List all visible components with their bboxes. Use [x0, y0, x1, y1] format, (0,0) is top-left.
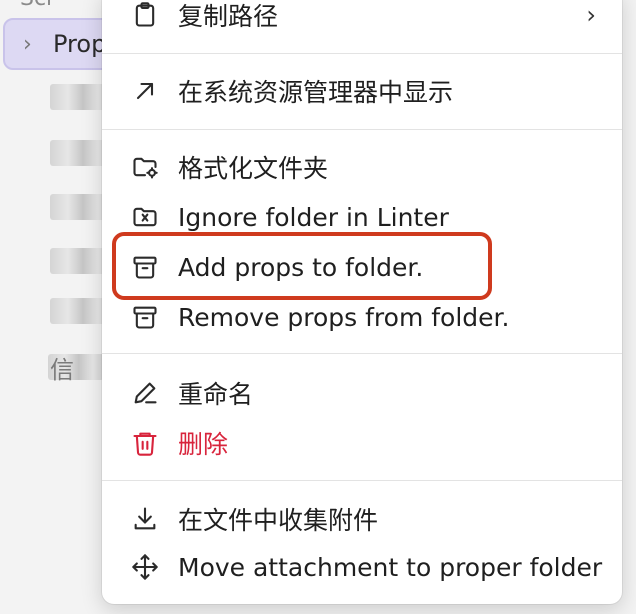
archive-icon	[130, 252, 160, 282]
menu-item-copy-path[interactable]: 复制路径 ›	[102, 0, 622, 38]
menu-item-add-props[interactable]: Add props to folder.	[102, 244, 622, 290]
menu-item-label: Ignore folder in Linter	[178, 202, 449, 232]
context-menu: 复制路径 › 在系统资源管理器中显示 格式化文件夹 Ignore folder …	[102, 0, 622, 604]
blurred-tree-item[interactable]	[50, 298, 110, 324]
blurred-tree-item[interactable]	[50, 140, 110, 166]
menu-item-rename[interactable]: 重命名	[102, 370, 622, 416]
tree-item-label: 信	[50, 356, 74, 384]
pencil-icon	[130, 378, 160, 408]
menu-item-label: 在系统资源管理器中显示	[178, 78, 454, 107]
menu-item-format-folder[interactable]: 格式化文件夹	[102, 144, 622, 190]
blurred-tree-item[interactable]	[50, 248, 110, 274]
menu-item-collect-attachments[interactable]: 在文件中收集附件	[102, 496, 622, 542]
menu-divider	[102, 53, 622, 54]
blurred-tree-item[interactable]	[50, 194, 110, 220]
chevron-right-icon[interactable]: ›	[23, 32, 32, 57]
menu-item-label: Move attachment to proper folder	[178, 552, 603, 582]
menu-item-label: Add props to folder.	[178, 252, 424, 282]
clipboard-icon	[130, 0, 160, 30]
archive-icon	[130, 302, 160, 332]
menu-item-label: 删除	[178, 430, 229, 459]
tree-item-label: Prop	[53, 30, 107, 58]
blurred-tree-item[interactable]: 信	[48, 354, 104, 384]
menu-item-ignore-folder-linter[interactable]: Ignore folder in Linter	[102, 194, 622, 240]
menu-item-label: Remove props from folder.	[178, 302, 510, 332]
trash-icon	[130, 428, 160, 458]
menu-divider	[102, 353, 622, 354]
menu-item-label: 格式化文件夹	[178, 154, 329, 183]
download-icon	[130, 504, 160, 534]
menu-item-remove-props[interactable]: Remove props from folder.	[102, 294, 622, 340]
menu-divider	[102, 129, 622, 130]
tree-item-top[interactable]: Scr	[20, 0, 55, 11]
menu-divider	[102, 480, 622, 481]
folder-gear-icon	[130, 152, 160, 182]
menu-item-label: 在文件中收集附件	[178, 506, 379, 535]
menu-item-label: 重命名	[178, 380, 254, 409]
chevron-right-icon: ›	[586, 1, 596, 29]
tree-item-label: Scr	[20, 0, 55, 11]
menu-item-delete[interactable]: 删除	[102, 420, 622, 466]
app-window: Scr › Prop 信 复制路径 › 在系统资源管理器中显示	[0, 0, 636, 614]
menu-item-show-in-explorer[interactable]: 在系统资源管理器中显示	[102, 68, 622, 114]
menu-item-move-attachment[interactable]: Move attachment to proper folder	[102, 544, 622, 590]
menu-item-label: 复制路径	[178, 2, 279, 31]
folder-x-icon	[130, 202, 160, 232]
blurred-tree-item[interactable]	[50, 84, 110, 110]
move-icon	[130, 552, 160, 582]
arrow-up-right-icon	[130, 76, 160, 106]
